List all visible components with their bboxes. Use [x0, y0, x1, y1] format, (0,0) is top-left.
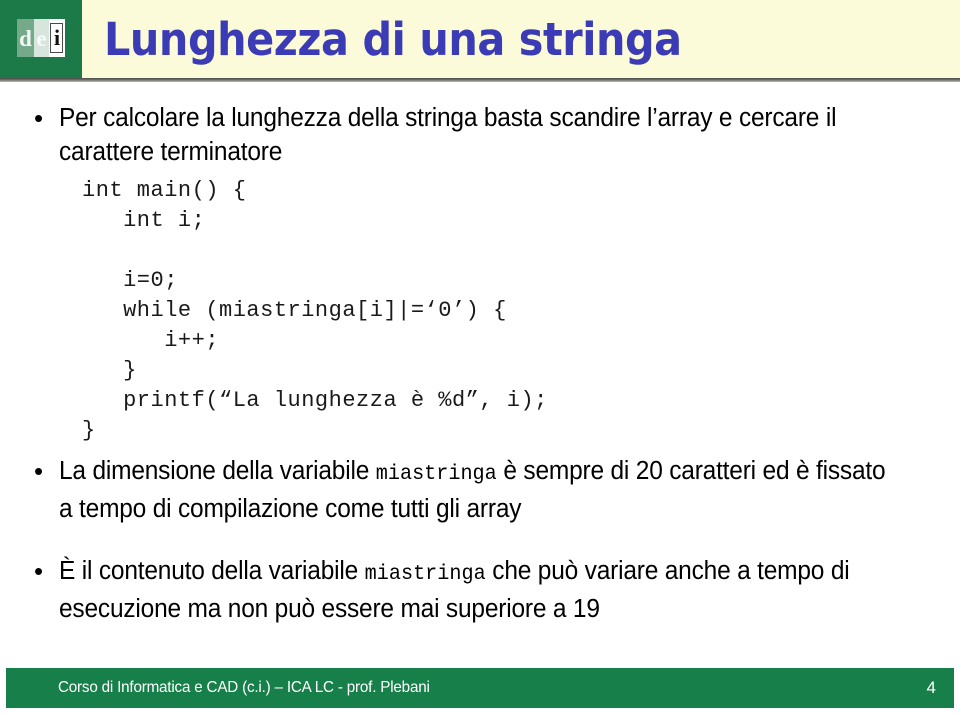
inline-text-run: La dimensione della variabile	[59, 457, 376, 485]
code-line: }	[82, 358, 137, 383]
logo-letter-i-glyph: i	[53, 25, 61, 50]
code-line: }	[82, 418, 96, 443]
bullet-marker-icon: •	[34, 456, 44, 486]
dei-logo: d e i	[0, 0, 82, 78]
code-line: printf(“La lunghezza è %d”, i);	[82, 388, 548, 413]
bullet-text-1: Per calcolare la lunghezza della stringa…	[59, 101, 891, 169]
slide-header-band: d e i Lunghezza di una stringa	[0, 0, 960, 78]
inline-text-run: È il contenuto della variabile	[59, 557, 365, 585]
code-listing: int main() { int i; i=0; while (miastrin…	[82, 176, 548, 446]
slide-footer: Corso di Informatica e CAD (c.i.) – ICA …	[6, 668, 954, 708]
logo-letter-d-icon: d	[17, 19, 34, 57]
footer-page-number: 4	[926, 678, 936, 697]
logo-letter-d-glyph: d	[19, 25, 32, 51]
dei-logo-mark: d e i	[17, 19, 65, 57]
slide-title: Lunghezza di una stringa	[104, 13, 682, 66]
logo-letter-i-icon: i	[49, 19, 65, 57]
bullet-item-1: • Per calcolare la lunghezza della strin…	[26, 101, 926, 169]
logo-letter-e-glyph: e	[36, 25, 47, 51]
code-line: int main() {	[82, 178, 247, 203]
inline-code-token: miastringa	[375, 463, 497, 486]
bullet-item-3: • È il contenuto della variabile miastri…	[26, 554, 926, 626]
bullet-item-2: • La dimensione della variabile miastrin…	[26, 454, 926, 526]
bullet-marker-icon: •	[34, 556, 44, 586]
slide-content: • Per calcolare la lunghezza della strin…	[0, 92, 960, 652]
inline-text-run: Per calcolare la lunghezza della stringa…	[59, 104, 837, 166]
logo-letter-e-icon: e	[34, 19, 49, 57]
footer-course-label: Corso di Informatica e CAD (c.i.) – ICA …	[58, 679, 430, 696]
bullet-text-2: La dimensione della variabile miastringa…	[59, 454, 891, 526]
code-line: int i;	[82, 208, 206, 233]
code-line: i=0;	[82, 268, 178, 293]
code-line: while (miastringa[i]|=‘0’) {	[82, 298, 507, 323]
header-shadow-divider	[0, 78, 960, 82]
bullet-marker-icon: •	[34, 103, 44, 133]
bullet-text-3: È il contenuto della variabile miastring…	[59, 554, 891, 626]
code-line: i++;	[82, 328, 220, 353]
inline-code-token: miastringa	[364, 563, 486, 586]
